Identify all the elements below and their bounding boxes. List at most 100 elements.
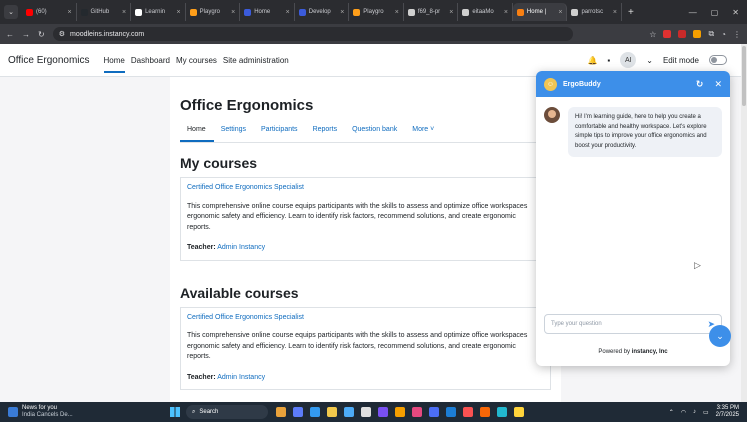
volume-icon[interactable]: ♪ [693,409,696,415]
nav-dashboard[interactable]: Dashboard [131,45,170,76]
tab-reports[interactable]: Reports [306,126,346,142]
tab-home[interactable]: Home [180,126,214,142]
tab-close-icon[interactable]: × [231,9,235,16]
browser-tab[interactable]: Home | × [512,3,568,21]
summary-line: reports. [187,353,211,360]
tab-participants[interactable]: Participants [254,126,306,142]
tab-label: Playgro [363,9,384,15]
app-icon[interactable] [344,407,354,417]
battery-icon[interactable]: ▭ [703,409,709,416]
messages-icon[interactable]: ▪ [607,56,610,65]
tab-favicon-icon [516,8,524,16]
app-icon[interactable] [378,407,388,417]
tab-close-icon[interactable]: × [613,9,617,16]
browser-tab[interactable]: parrotsc × [567,3,623,21]
tab-question-bank[interactable]: Question bank [345,126,405,142]
browser-menu-icon[interactable]: ⋮ [733,30,741,39]
close-window-icon[interactable]: ✕ [732,8,739,17]
extension-icon[interactable] [693,30,702,38]
news-widget[interactable]: News for you India Cancels De... [0,405,170,419]
edit-mode-toggle[interactable] [709,55,727,65]
tab-more[interactable]: More ˅ [405,126,442,142]
system-clock[interactable]: 3:35 PM 2/7/2025 [716,405,739,419]
back-icon[interactable]: ← [6,30,14,39]
app-icon[interactable] [327,407,337,417]
taskbar-search[interactable]: ⌕ Search [186,405,268,419]
browser-tab[interactable]: Playgro × [349,3,404,21]
app-icon[interactable] [480,407,490,417]
browser-tab[interactable]: eitaaMo × [458,3,513,21]
browser-tab[interactable]: Develop × [295,3,350,21]
extensions-puzzle-icon[interactable]: ⧉ [708,29,714,39]
system-tray: ⌃ ◠ ♪ ▭ 3:35 PM 2/7/2025 [669,405,747,419]
extension-icon[interactable] [663,30,672,38]
app-icon[interactable] [412,407,422,417]
tab-close-icon[interactable]: × [558,9,562,16]
nav-site-administration[interactable]: Site administration [223,45,289,76]
nav-my-courses[interactable]: My courses [176,45,217,76]
nav-home[interactable]: Home [103,45,126,76]
browser-tab[interactable]: Playgro × [186,3,241,21]
site-info-icon[interactable]: ⚙ [59,30,65,38]
start-windows-icon[interactable] [170,407,180,417]
teacher-link[interactable]: Admin Instancy [217,244,265,251]
tab-close-icon[interactable]: × [286,9,290,16]
course-teacher: Teacher: Admin Instancy [187,243,544,254]
url-text: moodleins.instancy.com [69,30,145,38]
tab-close-icon[interactable]: × [340,9,344,16]
user-avatar[interactable]: AI [620,52,637,68]
browser-tab[interactable]: GitHub × [77,3,132,21]
app-icon[interactable] [310,407,320,417]
course-link[interactable]: Certified Office Ergonomics Specialist [187,313,544,324]
new-tab-button[interactable]: + [622,7,640,18]
minimize-icon[interactable]: — [689,8,697,17]
tab-label: f69_8-pr [417,9,441,15]
tray-chevron-icon[interactable]: ⌃ [669,409,674,416]
app-icon[interactable] [395,407,405,417]
assistant-avatar [544,107,560,123]
extension-icon[interactable] [678,30,687,38]
tab-close-icon[interactable]: × [449,9,453,16]
tab-close-icon[interactable]: × [504,9,508,16]
taskbar-apps [276,407,524,417]
site-name[interactable]: Office Ergonomics [8,55,90,66]
browser-tab[interactable]: Home × [240,3,295,21]
course-link[interactable]: Certified Office Ergonomics Specialist [187,183,544,194]
tab-close-icon[interactable]: × [67,9,71,16]
wifi-icon[interactable]: ◠ [681,409,686,416]
browser-tab[interactable]: Learnin × [131,3,186,21]
restore-icon[interactable]: ▢ [711,8,719,17]
browser-tab[interactable]: (60) × [22,3,77,21]
profile-icon[interactable]: ◔ [721,30,726,39]
teacher-label: Teacher: [187,373,216,381]
browser-tab[interactable]: f69_8-pr × [404,3,459,21]
app-icon[interactable] [446,407,456,417]
teacher-link[interactable]: Admin Instancy [217,374,265,381]
tab-close-icon[interactable]: × [177,9,181,16]
app-icon[interactable] [293,407,303,417]
scroll-down-button[interactable]: ⌄ [709,325,731,347]
notifications-bell-icon[interactable]: 🔔 [587,56,597,65]
user-menu-chevron-icon[interactable]: ⌄ [646,56,653,65]
tab-close-icon[interactable]: × [122,9,126,16]
app-icon[interactable] [276,407,286,417]
reload-icon[interactable]: ↻ [38,30,45,39]
bot-avatar-icon: ☺ [544,77,557,91]
tab-settings[interactable]: Settings [214,126,254,142]
tab-search-button[interactable]: ⌄ [4,5,18,19]
url-field[interactable]: ⚙ moodleins.instancy.com [52,27,573,41]
app-icon[interactable] [497,407,507,417]
chat-input[interactable]: Type your question ➤ [544,314,722,334]
tab-close-icon[interactable]: × [395,9,399,16]
page-scrollbar[interactable] [741,44,747,402]
app-icon[interactable] [361,407,371,417]
close-icon[interactable]: ✕ [714,79,722,90]
refresh-icon[interactable]: ↻ [696,79,704,90]
app-icon[interactable] [463,407,473,417]
forward-icon[interactable]: → [22,30,30,39]
app-icon[interactable] [514,407,524,417]
app-icon[interactable] [429,407,439,417]
mouse-cursor-icon: ▷ [694,260,701,270]
bookmark-star-icon[interactable]: ☆ [649,30,656,39]
summary-line: ergonomic safety and efficiency. Learn t… [187,213,516,220]
